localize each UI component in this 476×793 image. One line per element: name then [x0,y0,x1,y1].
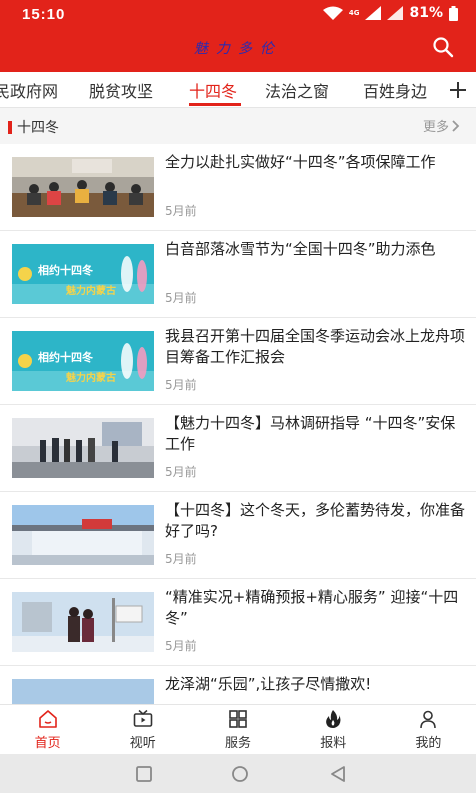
news-thumbnail-weather-station [12,592,154,652]
grid-icon [229,709,247,728]
network-type: 4G [348,8,360,17]
banner-text-right: 魅力内蒙古 [66,284,116,297]
system-nav-bar [0,754,476,793]
add-channel-button[interactable] [440,72,476,107]
active-tab-indicator [189,103,241,106]
news-thumbnail-ice-rink [12,505,154,565]
banner-text-left: 相约十四冬 [38,263,93,277]
tab-14th-winter-games[interactable]: 十四冬 [189,78,237,102]
tab-people-nearby[interactable]: 百姓身边 [363,78,427,102]
tab-government[interactable]: 民政府网 [0,78,58,102]
news-thumbnail-banner: 相约十四冬 魅力内蒙古 [12,331,154,391]
news-time: 5月前 [165,639,197,653]
title-bar: 魅力多伦 [0,34,476,64]
banner-text-right: 魅力内蒙古 [66,371,116,384]
fire-icon [326,709,341,728]
nav-home-label: 首页 [34,735,61,751]
news-title: 【十四冬】这个冬天，多伦蓄势待发，你准备好了吗? [165,501,466,540]
news-time: 5月前 [165,204,197,218]
news-list: 全力以赴扎实做好“十四冬”各项保障工作 5月前 相约十四冬 魅力内蒙古 白音部落… [0,144,476,704]
news-item[interactable]: 相约十四冬 魅力内蒙古 我县召开第十四届全国冬季运动会冰上龙舟项目筹备工作汇报会… [0,318,476,405]
app-header: 15:10 4G 81% 魅力多伦 [0,0,476,72]
news-item[interactable]: 相约十四冬 魅力内蒙古 白音部落冰雪节为“全国十四冬”助力添色 5月前 [0,231,476,318]
news-title: 白音部落冰雪节为“全国十四冬”助力添色 [165,240,436,258]
section-header: 十四冬 更多 [0,108,476,144]
bottom-nav: 首页 视听 服务 报料 我的 [0,704,476,754]
tab-rule-of-law[interactable]: 法治之窗 [265,78,329,102]
tab-poverty-alleviation[interactable]: 脱贫攻坚 [89,78,153,102]
status-time: 15:10 [22,6,66,23]
news-item[interactable]: 【魅力十四冬】马林调研指导 “十四冬”安保工作 5月前 [0,405,476,492]
nav-services-label: 服务 [225,735,252,751]
news-title: 【魅力十四冬】马林调研指导 “十四冬”安保工作 [165,414,456,453]
wifi-icon [322,6,343,20]
signal-icon-2 [387,6,404,20]
news-time: 5月前 [165,465,197,479]
user-icon [420,710,437,728]
news-item[interactable]: 全力以赴扎实做好“十四冬”各项保障工作 5月前 [0,144,476,231]
plus-icon [450,82,466,98]
nav-mine-label: 我的 [415,735,442,751]
news-title: 我县召开第十四届全国冬季运动会冰上龙舟项目筹备工作汇报会 [165,327,466,366]
news-title: “精准实况+精确预报+精心服务” 迎接“十四冬” [165,588,459,627]
news-thumbnail-inspection [12,418,154,478]
nav-av[interactable]: 视听 [95,705,190,754]
app-title: 魅力多伦 [194,41,282,57]
recent-apps-icon[interactable] [134,764,154,784]
news-item[interactable]: “精准实况+精确预报+精心服务” 迎接“十四冬” 5月前 [0,579,476,666]
home-icon [38,709,57,728]
search-icon[interactable] [432,36,454,58]
news-item[interactable]: 龙泽湖“乐园”,让孩子尽情撒欢! [0,666,476,704]
news-thumbnail-banner: 相约十四冬 魅力内蒙古 [12,244,154,304]
banner-text-left: 相约十四冬 [38,350,93,364]
tv-icon [133,709,153,727]
news-title: 全力以赴扎实做好“十四冬”各项保障工作 [165,153,436,171]
nav-services[interactable]: 服务 [190,705,285,754]
news-time: 5月前 [165,552,197,566]
more-link[interactable]: 更多 [423,116,460,135]
news-thumbnail-lake [12,679,154,704]
nav-report[interactable]: 报料 [286,705,381,754]
battery-level: 81% [409,5,443,21]
more-label: 更多 [422,120,449,135]
news-item[interactable]: 【十四冬】这个冬天，多伦蓄势待发，你准备好了吗? 5月前 [0,492,476,579]
home-button-icon[interactable] [230,764,250,784]
back-icon[interactable] [328,764,348,784]
section-title: 十四冬 [17,120,59,136]
news-title: 龙泽湖“乐园”,让孩子尽情撒欢! [165,675,372,693]
news-thumbnail-meeting [12,157,154,217]
news-time: 5月前 [165,378,197,392]
nav-home[interactable]: 首页 [0,705,95,754]
battery-icon [449,5,458,21]
section-marker [8,121,12,134]
chevron-right-icon [452,119,460,132]
status-icons: 4G 81% [322,5,458,21]
status-bar: 15:10 4G 81% [0,0,476,30]
nav-av-label: 视听 [129,735,156,751]
news-time: 5月前 [165,291,197,305]
signal-icon [365,6,382,20]
nav-mine[interactable]: 我的 [381,705,476,754]
nav-report-label: 报料 [320,735,347,751]
category-tabs: 民政府网 脱贫攻坚 十四冬 法治之窗 百姓身边 [0,72,476,108]
